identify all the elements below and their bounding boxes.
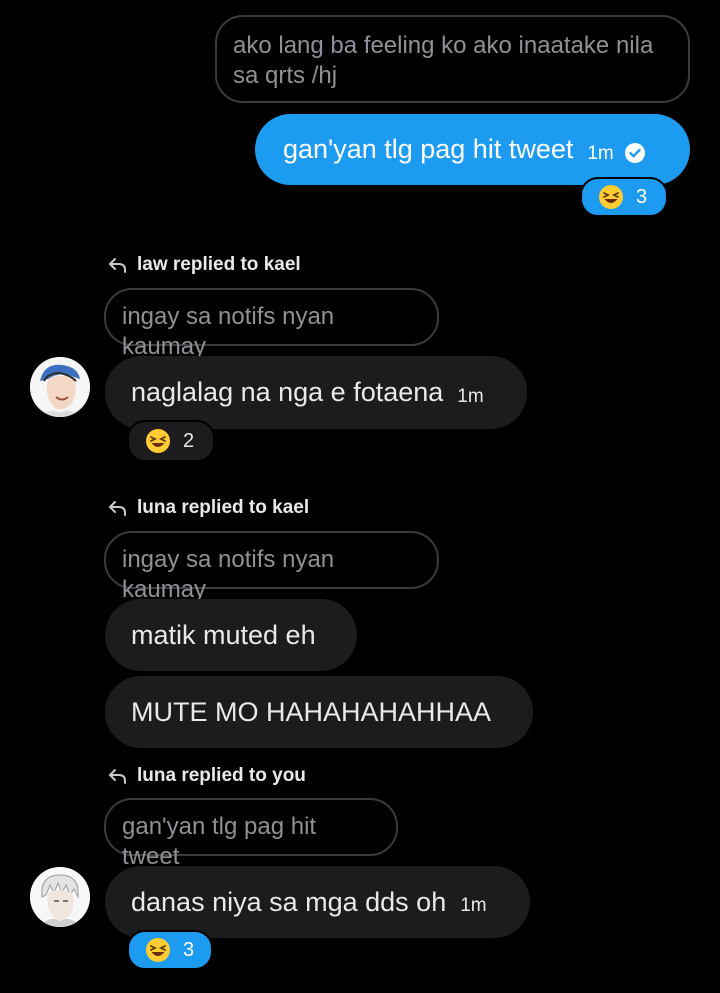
- luna-avatar[interactable]: [30, 867, 90, 927]
- my-quote[interactable]: ako lang ba feeling ko ako inaatake nila…: [215, 15, 690, 103]
- reaction-count: 3: [183, 938, 195, 961]
- reply-label-text: luna replied to you: [137, 765, 306, 786]
- law-quote[interactable]: ingay sa notifs nyan kaumay: [104, 288, 439, 360]
- luna-quote-1-text: ingay sa notifs nyan kaumay: [122, 546, 335, 603]
- luna-message-bubble[interactable]: danas niya sa mga dds oh 1m: [105, 866, 530, 938]
- reaction-count: 3: [636, 185, 648, 208]
- luna-message-bubble[interactable]: matik muted eh: [105, 599, 357, 671]
- law-message-reaction[interactable]: 2: [127, 420, 215, 462]
- my-quote-text: ako lang ba feeling ko ako inaatake nila…: [233, 32, 654, 89]
- law-avatar[interactable]: [30, 357, 90, 417]
- law-message-time: 1m: [457, 385, 484, 407]
- reply-arrow-icon: [109, 258, 126, 273]
- my-message-time: 1m: [587, 142, 614, 164]
- grinning-squinting-face-icon: [146, 938, 170, 962]
- luna-message-text: danas niya sa mga dds oh: [131, 886, 447, 917]
- reaction-count: 2: [183, 429, 195, 452]
- luna-message-text: MUTE MO HAHAHAHAHHAA: [131, 696, 492, 727]
- reply-label-text: law replied to kael: [137, 254, 301, 275]
- luna-message-text: matik muted eh: [131, 619, 316, 650]
- luna-quote-1[interactable]: ingay sa notifs nyan kaumay: [104, 531, 439, 603]
- grinning-squinting-face-icon: [146, 429, 170, 453]
- luna-quote-2-text: gan'yan tlg pag hit tweet: [122, 813, 317, 870]
- luna-message-reaction[interactable]: 3: [127, 930, 213, 970]
- reply-label-luna-you: luna replied to you: [107, 765, 306, 787]
- luna-message-time: 1m: [460, 895, 487, 916]
- reply-label-law: law replied to kael: [107, 254, 301, 276]
- reply-arrow-icon: [109, 769, 126, 784]
- reply-label-text: luna replied to kael: [137, 497, 310, 518]
- grinning-squinting-face-icon: [599, 185, 623, 209]
- law-message-bubble[interactable]: naglalag na nga e fotaena 1m: [105, 356, 527, 429]
- my-message-reaction[interactable]: 3: [580, 177, 668, 217]
- my-message-text: gan'yan tlg pag hit tweet: [283, 134, 574, 164]
- luna-message-bubble[interactable]: MUTE MO HAHAHAHAHHAA: [105, 676, 533, 748]
- luna-quote-2[interactable]: gan'yan tlg pag hit tweet: [104, 798, 398, 870]
- my-message-bubble[interactable]: gan'yan tlg pag hit tweet 1m: [255, 114, 690, 185]
- reply-label-luna-kael: luna replied to kael: [107, 497, 309, 519]
- law-message-text: naglalag na nga e fotaena: [131, 377, 444, 407]
- verified-check-icon: [624, 142, 646, 164]
- law-quote-text: ingay sa notifs nyan kaumay: [122, 303, 335, 360]
- reply-arrow-icon: [109, 501, 126, 516]
